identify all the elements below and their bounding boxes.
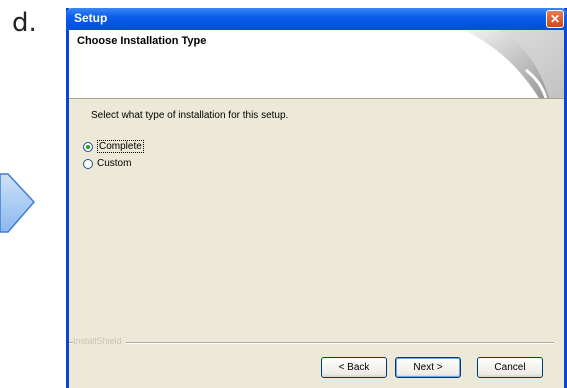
cancel-button[interactable]: Cancel <box>477 357 543 378</box>
header-swoosh-graphic <box>464 30 564 98</box>
dialog-header: Choose Installation Type <box>69 30 564 99</box>
page-title: Choose Installation Type <box>77 35 207 47</box>
brand-row: InstallShield <box>69 336 554 348</box>
option-label: Complete <box>97 140 144 153</box>
option-complete[interactable]: Complete <box>83 140 144 153</box>
back-button[interactable]: < Back <box>321 357 387 378</box>
brand-label: InstallShield <box>73 336 126 346</box>
instruction-text: Select what type of installation for thi… <box>91 110 289 121</box>
setup-dialog: Setup ✕ Choose Installation Type Select … <box>66 8 567 388</box>
window-title: Setup <box>74 11 108 25</box>
divider <box>69 342 554 344</box>
radio-icon[interactable] <box>83 158 93 169</box>
title-bar[interactable]: Setup ✕ <box>66 8 567 30</box>
next-button[interactable]: Next > <box>395 357 461 378</box>
radio-icon[interactable] <box>83 141 93 152</box>
close-icon[interactable]: ✕ <box>546 10 564 28</box>
step-label: d. <box>12 8 37 38</box>
option-label: Custom <box>97 158 132 169</box>
option-custom[interactable]: Custom <box>83 158 131 169</box>
arrow-shape <box>0 173 36 233</box>
